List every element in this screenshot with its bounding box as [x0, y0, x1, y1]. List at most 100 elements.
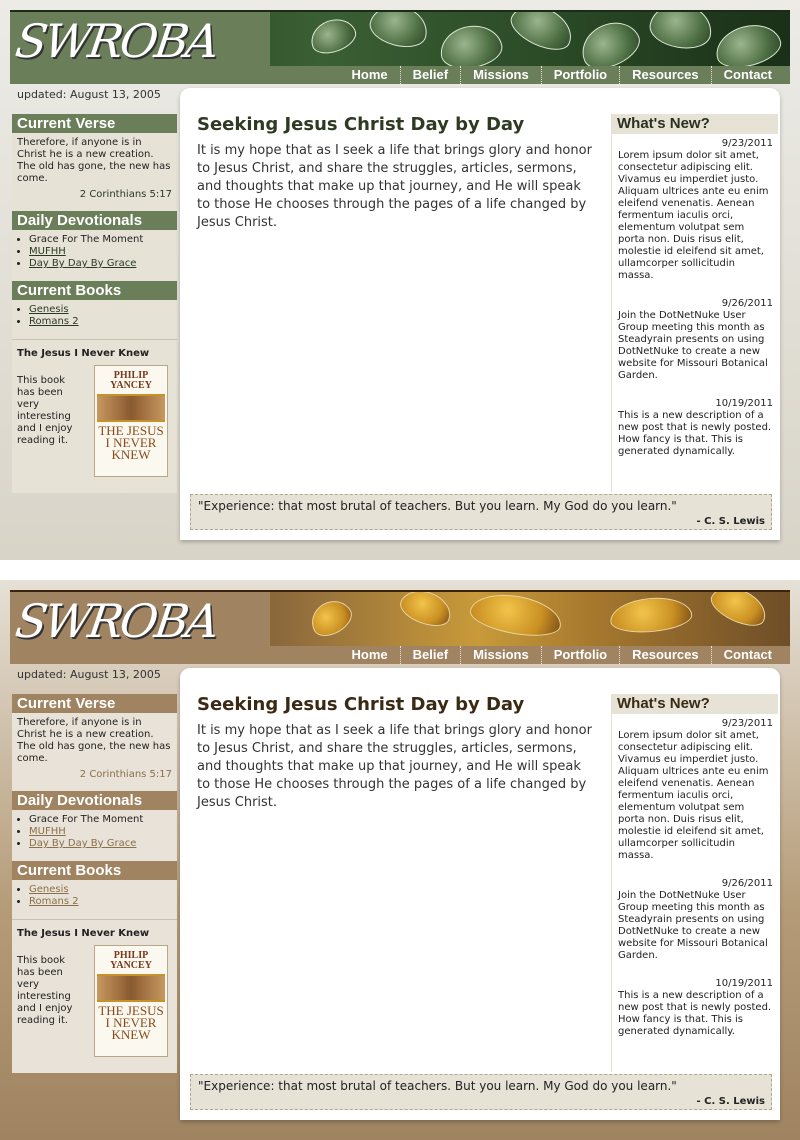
logo-box[interactable]: SWROBA: [10, 592, 270, 648]
cover-portrait: [97, 394, 165, 422]
updated-date: updated: August 13, 2005: [17, 88, 161, 101]
header-banner: SWROBA: [10, 590, 790, 648]
daily-devotionals-heading: Daily Devotionals: [12, 791, 177, 810]
news-text: Lorem ipsum dolor sit amet, consectetur …: [618, 150, 769, 281]
page-title: Seeking Jesus Christ Day by Day: [197, 114, 525, 135]
news-date: 9/26/2011: [721, 298, 773, 309]
book-item: Genesis: [29, 884, 177, 896]
leaf-graphic: [504, 12, 580, 58]
quote-box: "Experience: that most brutal of teacher…: [190, 494, 772, 530]
whats-new-heading: What's New?: [612, 114, 778, 134]
news-date: 10/19/2011: [715, 398, 773, 409]
nav-resources[interactable]: Resources: [619, 646, 710, 664]
updated-date: updated: August 13, 2005: [17, 668, 161, 681]
devotional-item: Day By Day By Grace: [29, 258, 177, 270]
nav-portfolio[interactable]: Portfolio: [540, 646, 619, 664]
news-date: 9/26/2011: [721, 878, 773, 889]
site-logo[interactable]: SWROBA: [12, 594, 220, 648]
news-text: Join the DotNetNuke User Group meeting t…: [618, 310, 768, 381]
devotional-link[interactable]: MUFHH: [29, 246, 66, 257]
book-item: Romans 2: [29, 896, 177, 908]
whats-new-panel: What's New? 9/23/2011 Lorem ipsum dolor …: [611, 114, 778, 492]
cover-title: THE JESUS I NEVER KNEW: [98, 423, 164, 462]
nav-contact[interactable]: Contact: [710, 66, 784, 84]
site-green-theme: SWROBA Home Belief Missions Portfolio Re…: [0, 0, 800, 560]
quote-author: - C. S. Lewis: [696, 1096, 765, 1107]
corn-graphic: [467, 592, 565, 642]
nav-missions[interactable]: Missions: [460, 646, 541, 664]
nav-bar: Home Belief Missions Portfolio Resources…: [10, 66, 790, 84]
featured-book: This book has been very interesting and …: [12, 945, 177, 1063]
book-link[interactable]: Genesis: [29, 884, 69, 895]
news-date: 10/19/2011: [715, 978, 773, 989]
current-books-section: Current Books Genesis Romans 2: [12, 861, 177, 911]
whats-new-heading: What's New?: [612, 694, 778, 714]
cover-title: THE JESUS I NEVER KNEW: [98, 1003, 164, 1042]
news-list: 9/23/2011 Lorem ipsum dolor sit amet, co…: [612, 138, 778, 458]
featured-book-title: The Jesus I Never Knew: [17, 928, 150, 939]
current-books-section: Current Books Genesis Romans 2: [12, 281, 177, 331]
devotional-link[interactable]: Day By Day By Grace: [29, 258, 136, 269]
news-text: Lorem ipsum dolor sit amet, consectetur …: [618, 730, 769, 861]
whats-new-panel: What's New? 9/23/2011 Lorem ipsum dolor …: [611, 694, 778, 1072]
news-text: This is a new description of a new post …: [618, 990, 772, 1037]
book-cover-image: PHILIP YANCEY THE JESUS I NEVER KNEW: [94, 365, 168, 477]
quote-text: "Experience: that most brutal of teacher…: [198, 1079, 677, 1093]
news-date: 9/23/2011: [721, 138, 773, 149]
site-logo[interactable]: SWROBA: [12, 14, 220, 68]
current-verse-heading: Current Verse: [12, 114, 177, 133]
current-books-heading: Current Books: [12, 861, 177, 880]
verse-text: Therefore, if anyone is in Christ he is …: [17, 137, 171, 184]
nav-home[interactable]: Home: [340, 66, 400, 84]
nav-belief[interactable]: Belief: [399, 66, 460, 84]
devotional-link[interactable]: Day By Day By Grace: [29, 838, 136, 849]
leaf-graphic: [573, 13, 647, 68]
book-link[interactable]: Genesis: [29, 304, 69, 315]
featured-book: This book has been very interesting and …: [12, 365, 177, 483]
header-banner: SWROBA: [10, 10, 790, 68]
devotional-item: MUFHH: [29, 826, 177, 838]
corn-graphic: [705, 592, 773, 633]
book-cover-image: PHILIP YANCEY THE JESUS I NEVER KNEW: [94, 945, 168, 1057]
current-verse-section: Current Verse Therefore, if anyone is in…: [12, 694, 177, 783]
current-verse-heading: Current Verse: [12, 694, 177, 713]
devotionals-list: Grace For The Moment MUFHH Day By Day By…: [12, 814, 177, 853]
news-text: This is a new description of a new post …: [618, 410, 772, 457]
verse-reference-link[interactable]: 2 Corinthians 5:17: [12, 185, 177, 203]
leaf-graphic: [436, 20, 506, 68]
daily-devotionals-section: Daily Devotionals Grace For The Moment M…: [12, 791, 177, 853]
devotionals-list: Grace For The Moment MUFHH Day By Day By…: [12, 234, 177, 273]
book-link[interactable]: Romans 2: [29, 316, 79, 327]
main-content-panel: Seeking Jesus Christ Day by Day It is my…: [180, 88, 780, 540]
nav-bar: Home Belief Missions Portfolio Resources…: [10, 646, 790, 664]
corn-graphic: [608, 594, 694, 636]
leaf-graphic: [365, 12, 433, 53]
main-content-panel: Seeking Jesus Christ Day by Day It is my…: [180, 668, 780, 1120]
verse-reference-link[interactable]: 2 Corinthians 5:17: [12, 765, 177, 783]
nav-resources[interactable]: Resources: [619, 66, 710, 84]
book-link[interactable]: Romans 2: [29, 896, 79, 907]
current-books-heading: Current Books: [12, 281, 177, 300]
nav-contact[interactable]: Contact: [710, 646, 784, 664]
sidebar: Current Verse Therefore, if anyone is in…: [12, 694, 177, 1073]
devotional-link[interactable]: MUFHH: [29, 826, 66, 837]
featured-book-text: This book has been very interesting and …: [17, 955, 73, 1026]
intro-paragraph: It is my hope that as I seek a life that…: [197, 143, 592, 230]
nav-portfolio[interactable]: Portfolio: [540, 66, 619, 84]
books-list: Genesis Romans 2: [12, 304, 177, 331]
main-nav: Home Belief Missions Portfolio Resources…: [340, 646, 784, 664]
nav-missions[interactable]: Missions: [460, 66, 541, 84]
cover-author: PHILIP YANCEY: [110, 370, 152, 391]
leaf-graphic: [710, 18, 786, 68]
devotional-item: Day By Day By Grace: [29, 838, 177, 850]
logo-box[interactable]: SWROBA: [10, 12, 270, 68]
nav-home[interactable]: Home: [340, 646, 400, 664]
site-brown-theme: SWROBA Home Belief Missions Portfolio Re…: [0, 580, 800, 1140]
featured-book-title: The Jesus I Never Knew: [17, 348, 150, 359]
cover-portrait: [97, 974, 165, 1002]
sidebar: Current Verse Therefore, if anyone is in…: [12, 114, 177, 493]
nav-belief[interactable]: Belief: [399, 646, 460, 664]
leaf-graphic: [646, 12, 716, 54]
devotional-item: Grace For The Moment: [29, 814, 177, 826]
current-verse-section: Current Verse Therefore, if anyone is in…: [12, 114, 177, 203]
